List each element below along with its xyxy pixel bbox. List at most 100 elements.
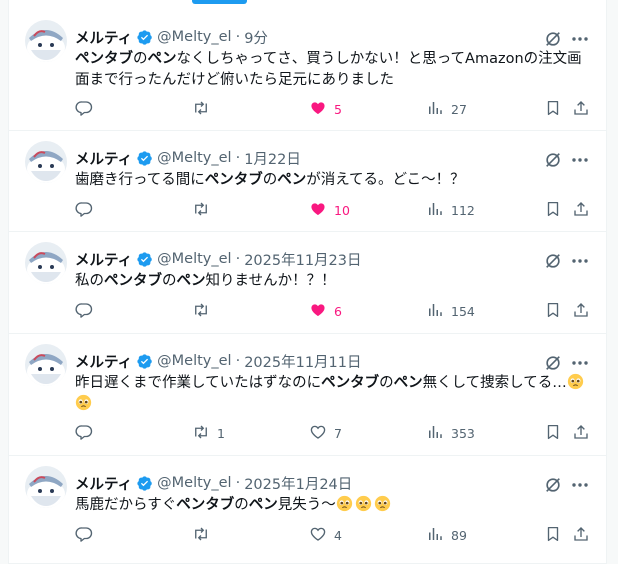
share-button[interactable] xyxy=(572,199,590,221)
avatar[interactable] xyxy=(25,141,67,183)
highlighted-keyword: ペンタブ xyxy=(176,497,235,513)
retweet-button[interactable] xyxy=(192,98,217,120)
highlighted-keyword: ペン xyxy=(248,497,278,513)
dot-separator: · xyxy=(235,353,241,369)
share-button[interactable] xyxy=(572,300,590,322)
tweet-text-segment: が消えてる。どこ～！？ xyxy=(306,172,465,188)
display-name[interactable]: メルティ xyxy=(75,473,132,494)
avatar[interactable] xyxy=(25,20,67,62)
share-button[interactable] xyxy=(572,422,590,444)
highlighted-keyword: ペン xyxy=(393,375,423,391)
more-options-icon[interactable] xyxy=(570,353,590,373)
tweet[interactable]: メルティ @Melty_el · 2025年11月11日 昨日遅くまで作業してい… xyxy=(9,334,606,456)
pleading-face-icon xyxy=(355,495,371,512)
more-options-icon[interactable] xyxy=(570,150,590,170)
bookmark-button[interactable] xyxy=(544,300,562,322)
more-options-icon[interactable] xyxy=(570,475,590,495)
views-button[interactable]: 27 xyxy=(426,98,467,120)
views-button[interactable]: 353 xyxy=(426,422,475,444)
like-count: 10 xyxy=(334,202,350,218)
share-icon xyxy=(572,99,590,120)
grok-icon[interactable] xyxy=(544,476,562,494)
analytics-icon xyxy=(426,301,444,322)
tab-indicator xyxy=(192,0,247,4)
user-handle[interactable]: @Melty_el xyxy=(157,251,231,267)
share-button[interactable] xyxy=(572,98,590,120)
analytics-icon xyxy=(426,525,444,546)
reply-icon xyxy=(75,99,93,120)
view-count: 353 xyxy=(451,425,475,441)
like-count: 5 xyxy=(334,101,342,117)
verified-badge-icon xyxy=(132,29,157,46)
timestamp[interactable]: 1月22日 xyxy=(244,148,301,169)
tweet[interactable]: メルティ @Melty_el · 2025年11月23日 私のペンタブのペン知り… xyxy=(9,232,606,334)
tweet-text-segment: 歯磨き行ってる間に xyxy=(75,172,205,188)
bookmark-button[interactable] xyxy=(544,524,562,546)
grok-icon[interactable] xyxy=(544,354,562,372)
like-button[interactable]: 4 xyxy=(309,524,342,546)
verified-badge-icon xyxy=(132,251,157,268)
reply-button[interactable] xyxy=(75,98,100,120)
user-handle[interactable]: @Melty_el xyxy=(157,353,231,369)
timestamp[interactable]: 2025年1月24日 xyxy=(244,473,352,494)
timestamp[interactable]: 2025年11月23日 xyxy=(244,249,361,270)
tweet-text-segment: の xyxy=(133,51,148,67)
dot-separator: · xyxy=(235,29,241,45)
view-count: 27 xyxy=(451,101,467,117)
tweet-text: 昨日遅くまで作業していたはずなのにペンタブのペン無くして捜索してる… xyxy=(75,373,595,415)
highlighted-keyword: ペン xyxy=(176,273,206,289)
retweet-button[interactable] xyxy=(192,524,217,546)
reply-button[interactable] xyxy=(75,199,100,221)
like-button[interactable]: 7 xyxy=(309,422,342,444)
dot-separator: · xyxy=(235,150,241,166)
tweet-header: メルティ @Melty_el · 2025年11月23日 xyxy=(75,249,362,269)
avatar[interactable] xyxy=(25,466,67,508)
display-name[interactable]: メルティ xyxy=(75,249,132,270)
tweet-text-segment: 見失う～ xyxy=(277,497,336,513)
share-icon xyxy=(572,525,590,546)
display-name[interactable]: メルティ xyxy=(75,27,132,48)
user-handle[interactable]: @Melty_el xyxy=(157,475,231,491)
bookmark-button[interactable] xyxy=(544,98,562,120)
retweet-button[interactable] xyxy=(192,300,217,322)
tweet[interactable]: メルティ @Melty_el · 9分 ペンタブのペンなくしちゃってさ、買うしか… xyxy=(9,10,606,131)
more-options-icon[interactable] xyxy=(570,29,590,49)
grok-icon[interactable] xyxy=(544,151,562,169)
tweet[interactable]: メルティ @Melty_el · 1月22日 歯磨き行ってる間にペンタブのペンが… xyxy=(9,131,606,232)
retweet-button[interactable] xyxy=(192,199,217,221)
avatar[interactable] xyxy=(25,344,67,386)
reply-button[interactable] xyxy=(75,422,100,444)
view-count: 154 xyxy=(451,303,475,319)
reply-button[interactable] xyxy=(75,300,100,322)
like-button[interactable]: 6 xyxy=(309,300,342,322)
more-options-icon[interactable] xyxy=(570,251,590,271)
tweet-text-segment: 無くして捜索してる… xyxy=(422,375,567,391)
like-button[interactable]: 5 xyxy=(309,98,342,120)
tweet-header: メルティ @Melty_el · 9分 xyxy=(75,27,268,47)
avatar[interactable] xyxy=(25,242,67,284)
like-button[interactable]: 10 xyxy=(309,199,350,221)
grok-icon[interactable] xyxy=(544,30,562,48)
tweet[interactable]: メルティ @Melty_el · 2025年1月24日 馬鹿だからすぐペンタブの… xyxy=(9,456,606,564)
user-handle[interactable]: @Melty_el xyxy=(157,29,231,45)
timestamp[interactable]: 2025年11月11日 xyxy=(244,351,361,372)
display-name[interactable]: メルティ xyxy=(75,148,132,169)
retweet-icon xyxy=(192,423,210,444)
tweet-text-segment: 昨日遅くまで作業していたはずなのに xyxy=(75,375,322,391)
views-button[interactable]: 112 xyxy=(426,199,475,221)
bookmark-button[interactable] xyxy=(544,199,562,221)
share-button[interactable] xyxy=(572,524,590,546)
verified-badge-icon xyxy=(132,353,157,370)
user-handle[interactable]: @Melty_el xyxy=(157,150,231,166)
timestamp[interactable]: 9分 xyxy=(244,27,268,48)
grok-icon[interactable] xyxy=(544,252,562,270)
display-name[interactable]: メルティ xyxy=(75,351,132,372)
reply-button[interactable] xyxy=(75,524,100,546)
tweet-text: 歯磨き行ってる間にペンタブのペンが消えてる。どこ～！？ xyxy=(75,170,595,191)
bookmark-button[interactable] xyxy=(544,422,562,444)
reply-icon xyxy=(75,525,93,546)
retweet-button[interactable]: 1 xyxy=(192,422,225,444)
tweet-text-segment: の xyxy=(262,172,278,188)
views-button[interactable]: 154 xyxy=(426,300,475,322)
views-button[interactable]: 89 xyxy=(426,524,467,546)
